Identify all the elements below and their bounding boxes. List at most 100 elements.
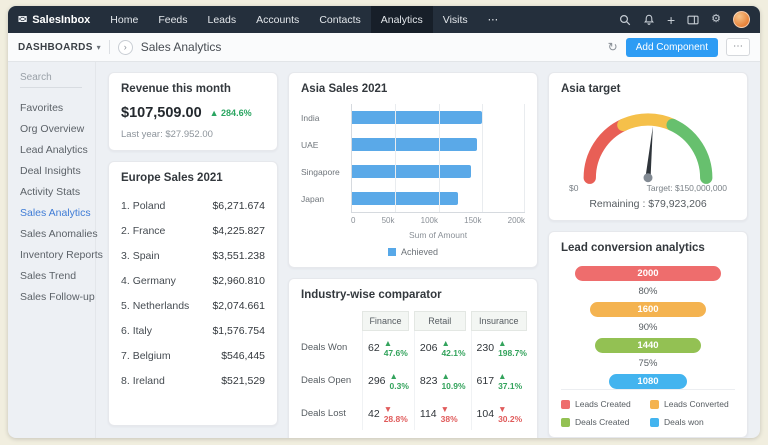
notifications-bell-icon[interactable]	[643, 14, 655, 26]
table-cell: 62 ▲ 47.6%	[362, 331, 409, 364]
sidebar-item-favorites[interactable]: Favorites	[20, 97, 89, 118]
panel-icon[interactable]	[687, 14, 699, 26]
app-window: ✉ SalesInbox Home Feeds Leads Accounts C…	[8, 6, 760, 438]
nav-more[interactable]: ⋯	[478, 6, 509, 33]
lead-conversion-card: Lead conversion analytics 2000 80% 1600 …	[548, 231, 748, 438]
sidebar-item-activity-stats[interactable]: Activity Stats	[20, 181, 89, 202]
asia-bar-india[interactable]	[352, 111, 482, 124]
europe-sales-list: 1. Poland $6,271.674 2. France $4,225.827 …	[121, 193, 265, 393]
sidebar: Search Favorites Org Overview Lead Analy…	[8, 62, 103, 438]
comparator-legend: Achieved	[301, 430, 525, 438]
legend-item: Leads Converted	[650, 399, 735, 409]
revenue-delta-badge: ▲ 284.6%	[209, 108, 252, 118]
europe-sales-title: Europe Sales 2021	[121, 172, 223, 184]
chevron-down-icon[interactable]: ▾	[97, 43, 101, 52]
asia-target-card: Asia target $0 Target: $150,000,000 Rema…	[548, 72, 748, 221]
sidebar-item-sales-anomalies[interactable]: Sales Anomalies	[20, 223, 98, 244]
sidebar-item-sales-analytics[interactable]: Sales Analytics	[20, 202, 91, 223]
topbar-actions: + ⚙	[619, 6, 750, 33]
sidebar-item-sales-trend[interactable]: Sales Trend	[20, 265, 89, 286]
sidebar-item-deal-insights[interactable]: Deal Insights	[20, 160, 89, 181]
list-item: 4. Germany $2,960.810	[121, 274, 265, 287]
lead-conversion-title: Lead conversion analytics	[561, 242, 705, 254]
more-options-button[interactable]: ⋯	[726, 38, 750, 56]
x-axis-ticks: 0 50k 100k 150k 200k	[351, 216, 525, 225]
settings-gear-icon[interactable]: ⚙	[711, 14, 721, 25]
salesinbox-logo-icon: ✉	[18, 14, 28, 26]
add-component-button[interactable]: Add Component	[625, 37, 718, 57]
gridline	[524, 104, 525, 212]
nav-contacts[interactable]: Contacts	[309, 6, 370, 33]
nav-feeds[interactable]: Feeds	[148, 6, 197, 33]
asia-bar-uae[interactable]	[352, 138, 478, 151]
revenue-value: $107,509.00	[121, 105, 202, 121]
search-icon[interactable]	[619, 14, 631, 26]
gridline	[481, 104, 483, 212]
refresh-icon[interactable]: ↻	[608, 40, 618, 54]
divider	[108, 40, 110, 54]
revenue-last-year: Last year: $27.952.00	[121, 129, 213, 140]
nav-home[interactable]: Home	[100, 6, 148, 33]
add-icon[interactable]: +	[667, 13, 675, 27]
funnel-stage-leads-created[interactable]: 2000	[574, 266, 722, 281]
topbar: ✉ SalesInbox Home Feeds Leads Accounts C…	[8, 6, 760, 33]
legend-item: Deals won	[650, 417, 735, 427]
list-item: 5. Netherlands $2,074.661	[121, 299, 265, 312]
sidebar-item-sales-follow-up[interactable]: Sales Follow-up	[20, 286, 95, 307]
funnel-stage-leads-converted[interactable]: 1600	[589, 302, 707, 317]
asia-bar-japan[interactable]	[352, 192, 458, 205]
gauge-needle	[645, 126, 653, 176]
legend-swatch	[561, 399, 570, 409]
gridline	[395, 104, 397, 212]
gauge-min-label: $0	[569, 183, 579, 193]
brand-label: SalesInbox	[32, 13, 91, 26]
funnel-legend: Leads Created Leads Converted Deals Crea…	[561, 389, 735, 427]
nav-leads[interactable]: Leads	[198, 6, 247, 33]
dashboard-actions: ↻ Add Component ⋯	[608, 37, 750, 57]
nav-analytics[interactable]: Analytics	[370, 6, 433, 33]
column-header: Retail	[413, 311, 466, 331]
asia-bar-singapore[interactable]	[352, 165, 471, 178]
sidebar-item-lead-analytics[interactable]: Lead Analytics	[20, 139, 89, 160]
legend-item: Deals Created	[561, 417, 646, 427]
column-header: Finance	[362, 311, 409, 331]
funnel-conversion: 75%	[638, 358, 658, 369]
asia-target-gauge	[583, 113, 713, 184]
industry-comparator-card: Industry-wise comparator Finance Retail …	[288, 278, 538, 438]
dashboards-dropdown[interactable]: DASHBOARDS	[18, 42, 93, 53]
table-cell: 617 ▲ 37.1%	[470, 364, 527, 397]
gauge-remaining-label: Remaining : $79,923,206	[589, 198, 707, 210]
row-label: Deals Open	[301, 375, 352, 386]
list-item: 2. France $4,225.827	[121, 224, 265, 237]
table-cell: 230 ▲ 198.7%	[470, 331, 527, 364]
sidebar-item-org-overview[interactable]: Org Overview	[20, 118, 89, 139]
user-avatar[interactable]	[733, 11, 750, 28]
funnel-stage-deals-created[interactable]: 1440	[595, 338, 701, 353]
table-cell: 114 ▼ 38%	[413, 397, 466, 430]
revenue-card-title: Revenue this month	[121, 83, 231, 95]
asia-sales-card: Asia Sales 2021 India UAE Singapore Japa…	[288, 72, 538, 268]
expand-dashboard-button[interactable]: ›	[117, 39, 133, 55]
table-cell: 296 ▲ 0.3%	[362, 364, 409, 397]
sidebar-search-input[interactable]: Search	[20, 72, 82, 88]
revenue-card: Revenue this month $107,509.00 ▲ 284.6% …	[108, 72, 278, 151]
legend-swatch	[650, 417, 659, 427]
list-item: 8. Ireland $521,529	[121, 374, 265, 387]
legend-swatch	[387, 248, 396, 256]
sidebar-item-inventory-reports[interactable]: Inventory Reports	[20, 244, 103, 265]
asia-legend: Achieved	[301, 247, 525, 257]
industry-comparator-title: Industry-wise comparator	[301, 289, 442, 301]
legend-swatch	[561, 417, 570, 427]
table-cell: 206 ▲ 42.1%	[413, 331, 466, 364]
gauge-pivot	[643, 173, 653, 183]
asia-target-title: Asia target	[561, 83, 621, 95]
column-header: Insurance	[470, 311, 527, 331]
row-label: Deals Lost	[301, 408, 346, 419]
list-item: 7. Belgium $546,445	[121, 349, 265, 362]
asia-sales-bar-chart: India UAE Singapore Japan	[301, 104, 525, 213]
nav-accounts[interactable]: Accounts	[246, 6, 309, 33]
brand[interactable]: ✉ SalesInbox	[16, 6, 100, 33]
funnel-stage-deals-won[interactable]: 1080	[608, 374, 688, 389]
nav-visits[interactable]: Visits	[433, 6, 478, 33]
table-cell: 823 ▲ 10.9%	[413, 364, 466, 397]
